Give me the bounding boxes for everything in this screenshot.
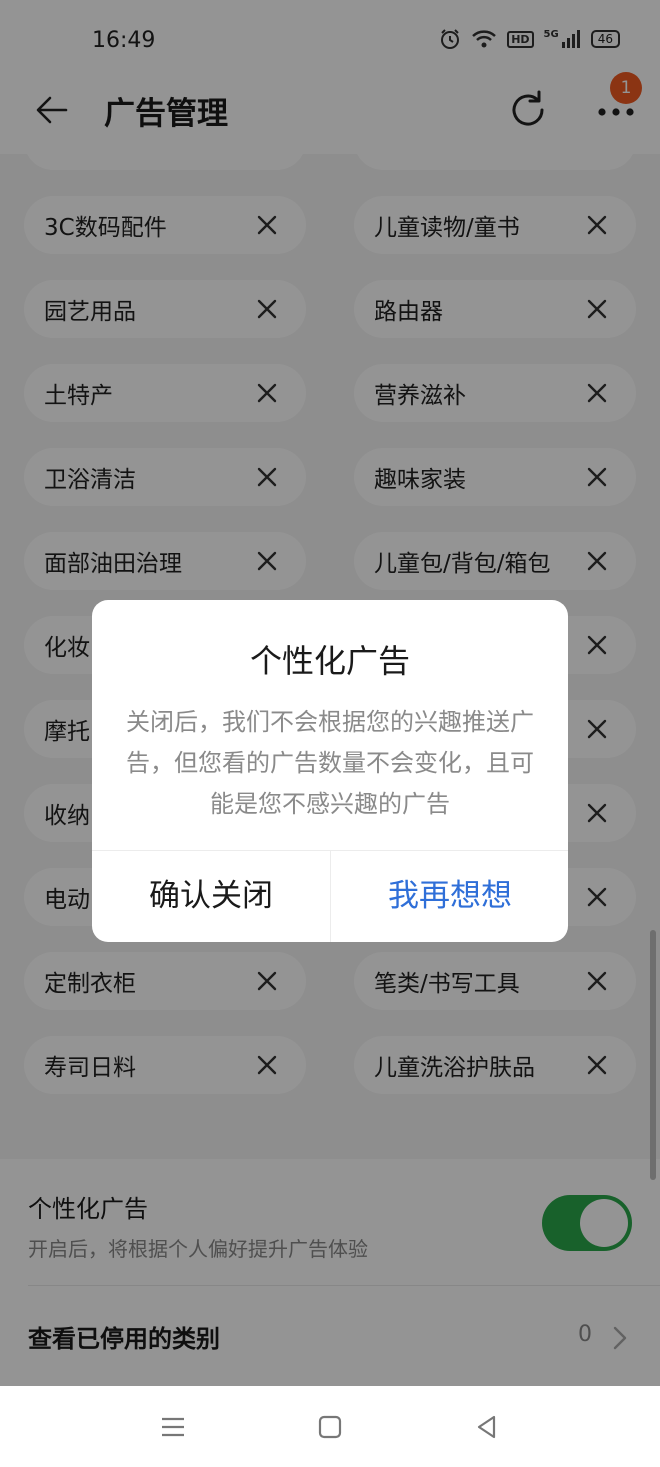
menu-icon[interactable]: [158, 1412, 188, 1442]
dialog-title: 个性化广告: [249, 642, 410, 680]
back-triangle-icon[interactable]: [472, 1412, 502, 1442]
system-nav-bar: [0, 1386, 660, 1467]
reconsider-button[interactable]: 我再想想: [331, 850, 568, 942]
home-icon[interactable]: [315, 1412, 345, 1442]
dialog-message: 关闭后，我们不会根据您的兴趣推送广告，但您看的广告数量不会变化，且可能是您不感兴…: [126, 708, 534, 818]
confirm-dialog: 个性化广告 关闭后，我们不会根据您的兴趣推送广告，但您看的广告数量不会变化，且可…: [92, 600, 568, 942]
confirm-close-button[interactable]: 确认关闭: [92, 850, 330, 942]
